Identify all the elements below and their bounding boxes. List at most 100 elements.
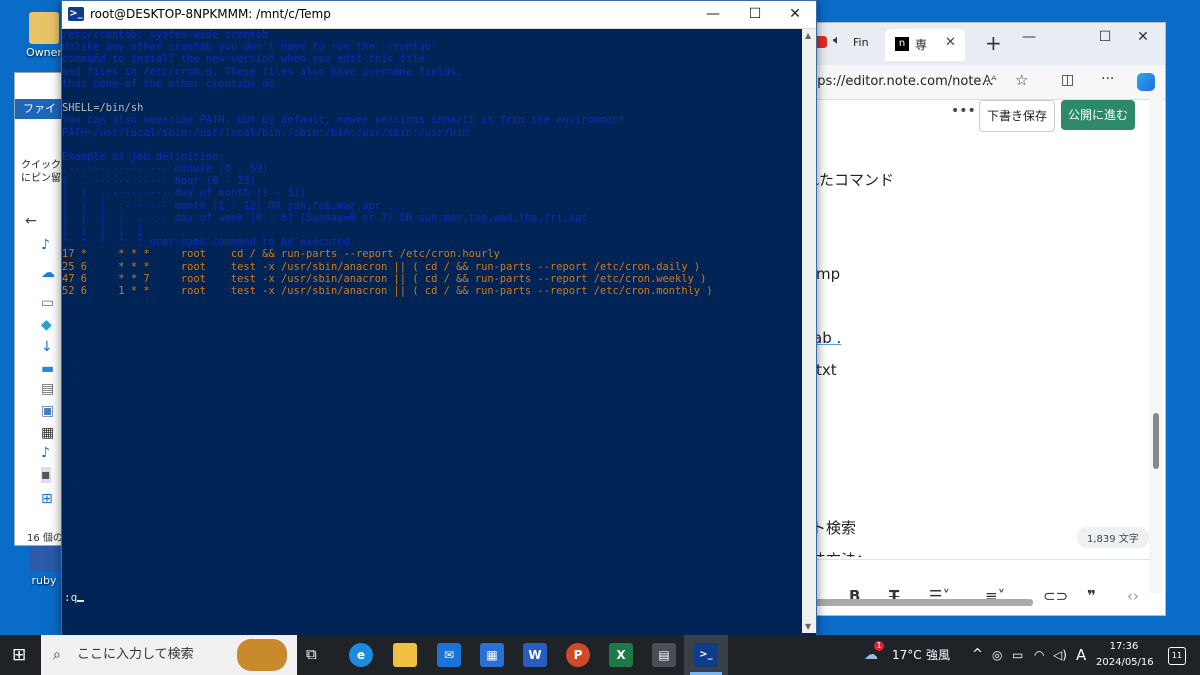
mail-icon[interactable]: ✉	[437, 643, 461, 667]
tab-note-label: 専	[915, 38, 928, 52]
terminal-scrollbar[interactable]: ▲ ▼	[802, 29, 816, 633]
file-explorer-icon[interactable]	[393, 643, 417, 667]
terminal-line: command to install the new version when …	[62, 53, 425, 66]
word-icon[interactable]: W	[523, 643, 547, 667]
3d-objects-icon[interactable]: ◆	[41, 317, 52, 333]
terminal-line: | | | .------- month (1 - 12) OR jan,feb…	[62, 199, 407, 212]
edge-icon[interactable]: e	[349, 643, 373, 667]
doc-line: れたコマンド	[804, 171, 895, 189]
minimize-icon[interactable]: —	[1009, 23, 1049, 51]
file-explorer-window[interactable]: ファイル クイック ア にピン留め ← ♪ ☁ ▭ ◆ ↓ ▬ ▤ ▣ ▦ ♪ …	[14, 72, 66, 546]
back-arrow-icon[interactable]: ←	[25, 213, 37, 229]
maximize-icon[interactable]: ☐	[734, 1, 776, 28]
tab-bar: 🔈︎ Fin n 専 ✕ + — ☐ ✕	[771, 23, 1165, 65]
terminal-titlebar[interactable]: >_ root@DESKTOP-8NPKMMM: /mnt/c/Temp — ☐…	[62, 1, 816, 29]
desktop-folder-icon[interactable]: ▬	[41, 361, 54, 377]
speaker-icon[interactable]: 🔈︎	[833, 33, 841, 48]
scroll-down-icon[interactable]: ▼	[805, 622, 811, 631]
music-folder-icon[interactable]: ♪	[41, 445, 50, 461]
tab-note[interactable]: n 専 ✕	[885, 29, 965, 61]
webcam-icon[interactable]: ◎	[992, 635, 1002, 675]
powerpoint-icon[interactable]: P	[566, 643, 590, 667]
excel-icon[interactable]: X	[609, 643, 633, 667]
desktop-icon-label: Owner	[26, 46, 62, 59]
save-draft-button[interactable]: 下書き保存	[979, 100, 1055, 132]
start-windows-icon[interactable]: ⊞	[12, 645, 26, 665]
more-options-icon[interactable]: ···	[1101, 71, 1114, 87]
vim-prompt: :q	[64, 591, 78, 604]
maximize-icon[interactable]: ☐	[1085, 23, 1125, 51]
network-icon[interactable]: ⊞	[41, 491, 53, 507]
quote-icon[interactable]: ❞	[1087, 587, 1096, 605]
favorite-star-icon[interactable]: ☆	[1015, 71, 1028, 89]
scroll-thumb[interactable]	[1153, 413, 1159, 469]
scroll-up-icon[interactable]: ▲	[805, 31, 811, 40]
new-tab-icon[interactable]: +	[985, 31, 1002, 55]
vertical-scrollbar[interactable]	[1149, 93, 1163, 593]
notifications-icon[interactable]: 11	[1168, 647, 1186, 665]
link-icon[interactable]: ⊂⊃	[1043, 587, 1068, 605]
close-icon[interactable]: ✕	[1123, 23, 1163, 51]
terminal-line: | | | | |	[62, 224, 144, 236]
publish-button[interactable]: 公開に進む	[1061, 100, 1135, 130]
minimize-icon[interactable]: —	[692, 1, 734, 28]
videos-icon[interactable]: ▦	[41, 425, 54, 441]
terminal-title: root@DESKTOP-8NPKMMM: /mnt/c/Temp	[90, 7, 331, 21]
pin-label: にピン留め	[21, 173, 66, 184]
music-icon[interactable]: ♪	[41, 237, 50, 253]
doc-line: ト検索	[811, 519, 857, 537]
code-icon[interactable]: ‹›	[1127, 587, 1139, 605]
drive-icon[interactable]: ▪	[41, 467, 51, 483]
weather-text[interactable]: 強風	[926, 635, 950, 675]
note-more-icon[interactable]: •••	[951, 103, 976, 119]
copilot-icon[interactable]	[1137, 73, 1155, 91]
downloads-icon[interactable]: ↓	[41, 339, 53, 355]
read-aloud-icon[interactable]: Aᴬ	[983, 73, 996, 87]
terminal-output[interactable]: /etc/crontab: system-wide crontab Unlike …	[62, 29, 800, 633]
terminal-line: 17 * * * * root cd / && run-parts --repo…	[62, 248, 500, 261]
char-count-badge: 1,839 文字	[1077, 527, 1149, 548]
toolbar-divider	[811, 559, 1151, 560]
close-icon[interactable]: ✕	[774, 1, 816, 28]
terminal-line: .---------------- minute (0 - 59)	[62, 163, 269, 176]
pictures-icon[interactable]: ▣	[41, 403, 54, 419]
taskbar-search[interactable]: ⌕ ここに入力して検索	[41, 635, 297, 675]
task-view-icon[interactable]: ⧉	[306, 645, 317, 663]
terminal-line: PATH=/usr/local/sbin:/usr/local/bin:/sbi…	[62, 126, 469, 139]
tab-fin-label[interactable]: Fin	[853, 36, 869, 49]
vim-command-line[interactable]: :q	[64, 591, 85, 604]
terminal-line: 25 6 * * * root test -x /usr/sbin/anacro…	[62, 260, 701, 273]
split-screen-icon[interactable]: ◫	[1061, 72, 1074, 88]
note-logo-icon: n	[895, 37, 909, 51]
store-icon[interactable]: ▦	[480, 643, 504, 667]
temperature-text[interactable]: 17°C	[892, 635, 922, 675]
browser-window[interactable]: 🔈︎ Fin n 専 ✕ + — ☐ ✕ ttps://editor.note.…	[770, 22, 1166, 616]
documents-icon[interactable]: ▤	[41, 381, 54, 397]
powershell-taskbar-icon[interactable]: >_	[694, 643, 718, 667]
ime-indicator[interactable]: A	[1076, 635, 1086, 675]
clock[interactable]: 17:36 2024/05/16	[1096, 639, 1154, 671]
terminal-line: You can also override PATH, but by defau…	[62, 114, 626, 127]
terminal-window[interactable]: >_ root@DESKTOP-8NPKMMM: /mnt/c/Temp — ☐…	[61, 0, 817, 636]
close-tab-icon[interactable]: ✕	[945, 35, 956, 50]
onedrive-icon[interactable]: ☁	[41, 265, 55, 281]
wifi-icon[interactable]: ◠	[1034, 635, 1044, 675]
calculator-icon[interactable]: ▤	[652, 643, 676, 667]
quick-access-pin[interactable]: クイック ア にピン留め	[21, 159, 66, 185]
powershell-icon: >_	[68, 7, 84, 21]
terminal-line: 52 6 1 * * root test -x /usr/sbin/anacro…	[62, 284, 713, 297]
user-folder-icon	[29, 12, 59, 44]
terminal-line: and files in /etc/cron.d. These files al…	[62, 65, 463, 78]
volume-icon[interactable]: ◁)	[1053, 635, 1067, 675]
battery-icon[interactable]: ▭	[1012, 635, 1023, 675]
ribbon-file-tab[interactable]: ファイル	[15, 99, 65, 135]
doc-line: ab .	[813, 329, 842, 347]
pc-icon[interactable]: ▭	[41, 295, 54, 311]
terminal-line: | | .---------- day of month (1 - 31)	[62, 187, 306, 200]
terminal-line: Unlike any other crontab you don't have …	[62, 41, 438, 54]
desktop-icon-label: ruby	[31, 574, 57, 587]
doc-line: 法方法：	[811, 549, 871, 557]
chevron-up-icon[interactable]: ^	[972, 635, 983, 675]
horizontal-scrollbar[interactable]	[811, 599, 1033, 606]
